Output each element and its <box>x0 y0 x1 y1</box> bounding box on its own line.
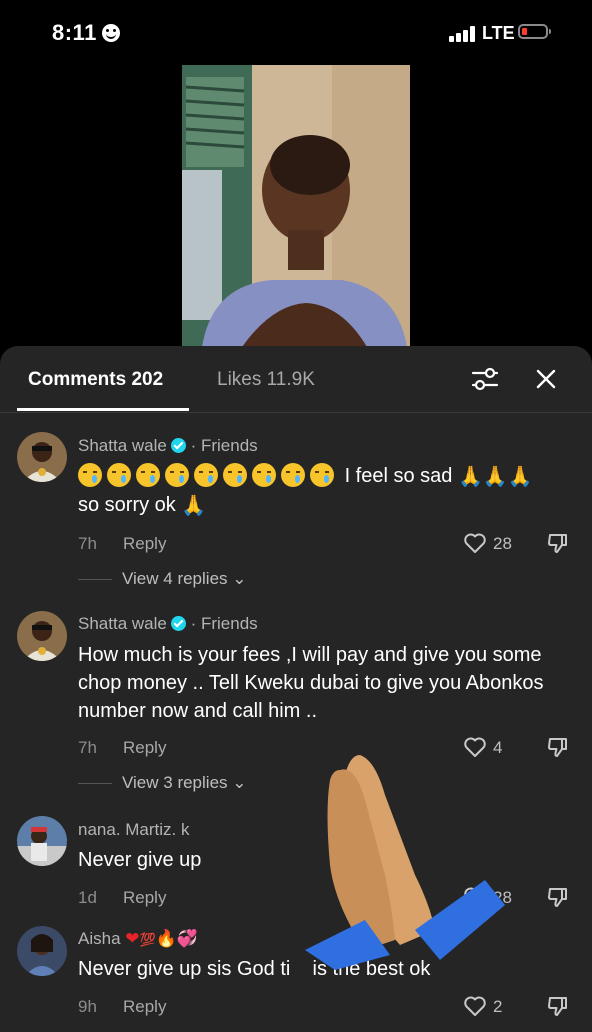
comment-meta: 1d Reply <box>78 888 166 908</box>
crying-face-icon <box>223 463 247 487</box>
crying-face-icon <box>194 463 218 487</box>
crying-face-icon <box>310 463 334 487</box>
comment-time: 9h <box>78 997 97 1016</box>
comment-time: 7h <box>78 534 97 553</box>
comment-username[interactable]: Shatta wale · Friends <box>78 614 258 634</box>
verified-badge-icon <box>170 438 186 453</box>
crying-emoji-row <box>78 463 339 487</box>
status-bar: 8:11 LTE <box>0 0 592 64</box>
crying-face-icon <box>78 463 102 487</box>
like-count: 2 <box>493 997 503 1016</box>
status-time: 8:11 <box>52 20 97 45</box>
reply-button[interactable]: Reply <box>123 738 166 758</box>
sliders-icon <box>471 367 499 391</box>
comments-sheet: Comments 202 Likes 11.9K Shatta wale · F… <box>0 346 592 1032</box>
fire-emoji-icon: 🔥 <box>155 929 177 948</box>
chevron-down-icon: ⌄ <box>232 773 247 792</box>
folded-hands-icon: 🙏🙏🙏 <box>457 466 533 488</box>
reply-button[interactable]: Reply <box>123 997 166 1017</box>
like-count: 4 <box>493 738 503 757</box>
chevron-down-icon: ⌄ <box>232 569 247 588</box>
comment-text-part2: so sorry ok <box>78 494 176 516</box>
tab-comments[interactable]: Comments 202 <box>28 369 163 391</box>
folded-hands-icon: 🙏 <box>181 495 207 517</box>
avatar[interactable] <box>17 816 67 866</box>
like-button[interactable]: 2 <box>463 995 502 1017</box>
heart-emoji-icon: ❤ <box>125 929 140 948</box>
heart-outline-icon <box>464 533 486 553</box>
signal-icon <box>449 26 477 42</box>
heart-outline-icon <box>464 996 486 1016</box>
comment-meta: 7h Reply <box>78 534 166 554</box>
comment-text-part1: I feel so sad <box>344 465 453 487</box>
comment-text: Never give up <box>78 849 202 871</box>
like-button[interactable]: 4 <box>463 736 502 758</box>
dislike-button[interactable] <box>546 885 570 914</box>
filter-button[interactable] <box>470 364 500 394</box>
focus-mode-icon <box>102 24 120 42</box>
thumbs-down-icon <box>548 888 567 907</box>
comment-username[interactable]: Shatta wale · Friends <box>78 436 258 456</box>
sheet-tabs: Comments 202 Likes 11.9K <box>0 346 592 413</box>
crying-face-icon <box>281 463 305 487</box>
comment-time: 7h <box>78 738 97 757</box>
battery-icon <box>518 24 551 39</box>
friends-label: · Friends <box>190 614 258 633</box>
tab-likes[interactable]: Likes 11.9K <box>217 369 315 391</box>
comment-username[interactable]: nana. Martiz. k <box>78 820 190 840</box>
view-replies-button[interactable]: View 4 replies ⌄ <box>78 569 247 589</box>
crying-face-icon <box>136 463 160 487</box>
network-type: LTE <box>482 23 515 43</box>
crying-face-icon <box>252 463 276 487</box>
thumbs-down-icon <box>548 534 567 553</box>
heart-outline-icon <box>464 887 486 907</box>
verified-badge-icon <box>170 616 186 631</box>
reply-button[interactable]: Reply <box>123 534 166 554</box>
active-tab-indicator <box>17 408 189 411</box>
like-count: 28 <box>493 888 512 907</box>
thumbs-down-icon <box>548 738 567 757</box>
heart-outline-icon <box>464 737 486 757</box>
comment-meta: 7h Reply <box>78 738 166 758</box>
comment-text: I feel so sad 🙏🙏🙏 so sorry ok 🙏 <box>78 462 568 520</box>
crying-face-icon <box>165 463 189 487</box>
comment-time: 1d <box>78 888 97 907</box>
avatar[interactable] <box>17 432 67 482</box>
like-button[interactable]: 28 <box>463 532 512 554</box>
comment-meta: 9h Reply <box>78 997 166 1017</box>
crying-face-icon <box>107 463 131 487</box>
view-replies-button[interactable]: View 3 replies ⌄ <box>78 773 247 793</box>
dislike-button[interactable] <box>546 531 570 560</box>
dislike-button[interactable] <box>546 994 570 1023</box>
comment-text: How much is your fees ,I will pay and gi… <box>78 644 544 722</box>
hundred-emoji-icon: 💯 <box>139 932 156 947</box>
avatar[interactable] <box>17 611 67 661</box>
like-button[interactable]: 28 <box>463 886 512 908</box>
comment-text: Never give up sis God ti is the best ok <box>78 958 431 980</box>
video-preview[interactable] <box>182 65 410 347</box>
friends-label: · Friends <box>190 436 258 455</box>
sparkling-heart-icon: 💞 <box>176 929 199 948</box>
close-button[interactable] <box>531 364 561 394</box>
avatar[interactable] <box>17 926 67 976</box>
dislike-button[interactable] <box>546 735 570 764</box>
comment-username[interactable]: Aisha ❤💯🔥💞 <box>78 929 198 949</box>
reply-button[interactable]: Reply <box>123 888 166 908</box>
like-count: 28 <box>493 534 512 553</box>
thumbs-down-icon <box>548 997 567 1016</box>
close-icon <box>536 369 556 389</box>
